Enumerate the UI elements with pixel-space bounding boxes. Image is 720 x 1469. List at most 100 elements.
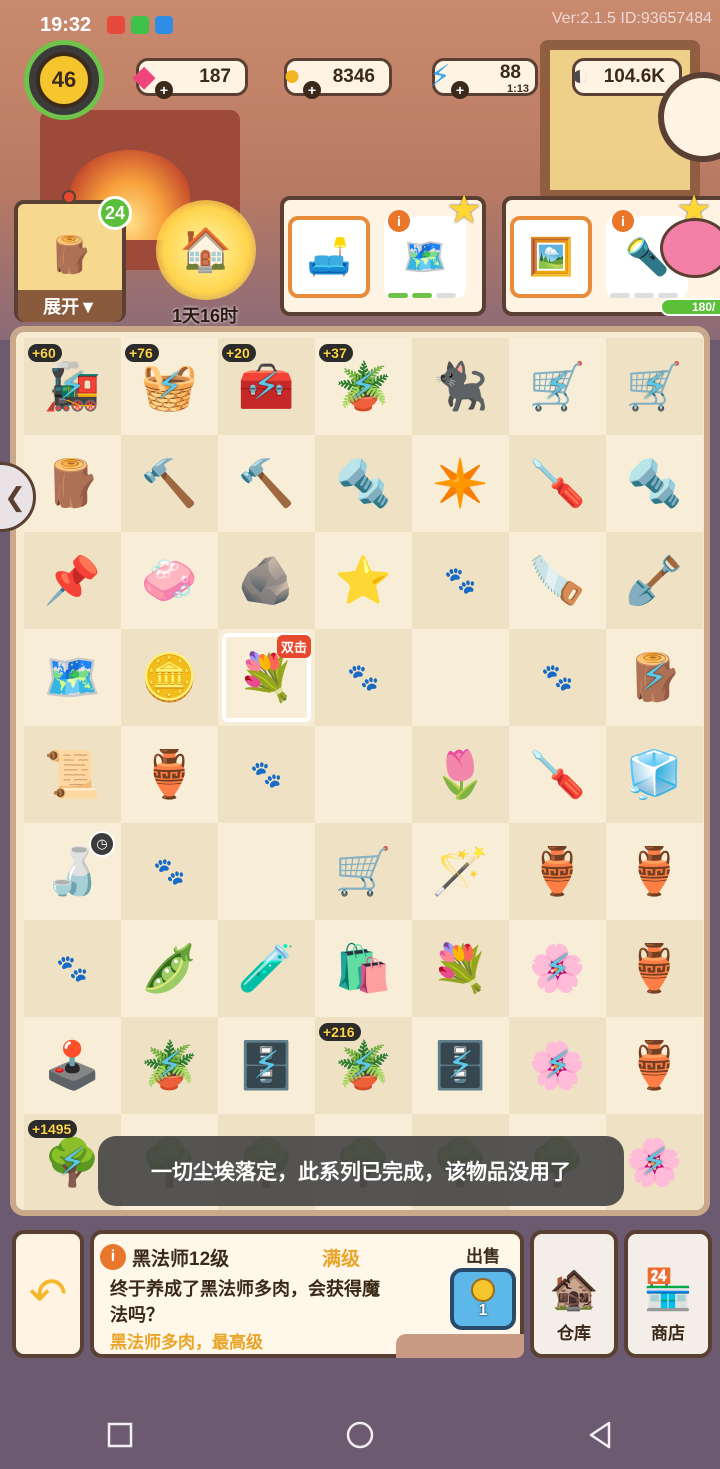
board-cell[interactable]: 🐈‍⬛ <box>412 338 509 435</box>
energy-generator-icon: ⚡ <box>544 366 571 408</box>
sell-button[interactable]: 1 <box>450 1268 516 1330</box>
max-level-label: 满级 <box>322 1249 361 1270</box>
board-cell[interactable]: 🪚 <box>509 532 606 629</box>
board-cell[interactable]: 📌 <box>24 532 121 629</box>
board-cell[interactable]: 🪛 <box>509 726 606 823</box>
paw-print-icon: 🐾 <box>444 565 477 595</box>
board-cell[interactable] <box>412 629 509 726</box>
gems-counter[interactable]: ◆ + 187 <box>132 58 248 99</box>
board-cell[interactable]: 🌸 ⚡ <box>509 1017 606 1114</box>
board-cell[interactable]: 🪴 ⚡ +216 <box>315 1017 412 1114</box>
board-cell[interactable]: 🏺 <box>121 726 218 823</box>
board-cell[interactable]: 🧰 ⚡ +20 <box>218 338 315 435</box>
board-cell[interactable]: 🌸 ⚡ <box>509 920 606 1017</box>
board-cell[interactable]: 🐾 <box>218 726 315 823</box>
add-gems-icon[interactable]: + <box>155 81 173 99</box>
board-cell[interactable]: 🪴 ⚡ <box>121 1017 218 1114</box>
player-level-badge[interactable]: 46 <box>24 40 104 120</box>
board-cell[interactable]: 🐾 <box>412 532 509 629</box>
board-cell[interactable]: 🗄️ ⚡ <box>412 1017 509 1114</box>
info-icon[interactable]: i <box>612 210 634 232</box>
board-cell[interactable]: 🔩 <box>315 435 412 532</box>
coins-counter[interactable]: ● + 8346 <box>283 58 392 99</box>
energy-generator-icon: ⚡ <box>544 1045 571 1087</box>
home-icon[interactable] <box>340 1415 380 1455</box>
expand-label: 展开▼ <box>18 290 122 322</box>
board-cell[interactable]: 🧪 <box>218 920 315 1017</box>
board-cell[interactable]: 🐾 <box>24 920 121 1017</box>
board-cell[interactable]: ⭐ <box>315 532 412 629</box>
energy-timer: 1:13 <box>506 83 529 95</box>
board-cell[interactable]: 🏺 <box>606 920 703 1017</box>
board-cell[interactable]: 🔨 <box>121 435 218 532</box>
board-cell[interactable]: 🗄️ ⚡ <box>218 1017 315 1114</box>
board-cell[interactable]: 💐 <box>412 920 509 1017</box>
board-cell[interactable]: 🍶 ◷ <box>24 823 121 920</box>
board-cell[interactable]: 🪵 ⚡ <box>606 629 703 726</box>
paw-print-icon: 🐾 <box>153 856 186 886</box>
info-icon[interactable]: i <box>100 1244 126 1270</box>
board-cell[interactable] <box>218 823 315 920</box>
build-house-button[interactable]: 🏠 <box>156 200 256 300</box>
board-cell[interactable]: 🪛 <box>509 435 606 532</box>
shop-icon: 🏪 <box>643 1268 693 1312</box>
board-cell[interactable]: 🪨 <box>218 532 315 629</box>
board-cell[interactable]: 🚂 ⚡ +60 <box>24 338 121 435</box>
board-cell[interactable]: 🛒 <box>315 823 412 920</box>
paw-print-icon: 🐾 <box>250 759 283 789</box>
warehouse-icon: 🏚️ <box>549 1268 599 1312</box>
energy-generator-icon: ⚡ <box>350 1045 377 1087</box>
warehouse-button[interactable]: 🏚️ 仓库 <box>530 1230 618 1358</box>
board-cell[interactable]: 🪵 <box>24 435 121 532</box>
board-item-icon: ⭐ <box>334 554 393 606</box>
board-cell[interactable]: 🕹️ <box>24 1017 121 1114</box>
board-cell[interactable]: 🫛 <box>121 920 218 1017</box>
add-energy-icon[interactable]: + <box>451 81 469 99</box>
board-cell[interactable]: 📜 <box>24 726 121 823</box>
board-cell[interactable]: 🏺 <box>606 1017 703 1114</box>
board-item-icon: 🕹️ <box>43 1039 102 1091</box>
info-icon[interactable]: i <box>388 210 410 232</box>
board-cell[interactable]: 🪏 <box>606 532 703 629</box>
board-cell[interactable]: 🔩 <box>606 435 703 532</box>
coins-value: 8346 <box>332 66 375 87</box>
board-cell[interactable] <box>315 726 412 823</box>
pin-icon <box>62 190 76 204</box>
board-cell[interactable]: 🪙 <box>121 629 218 726</box>
board-cell[interactable]: 🧊 <box>606 726 703 823</box>
board-cell[interactable]: 🐾 <box>121 823 218 920</box>
board-item-icon: 🏺 <box>528 845 587 897</box>
shop-label: 商店 <box>651 1324 685 1343</box>
board-cell[interactable]: 🏺 <box>606 823 703 920</box>
version-label: Ver:2.1.5 ID:93657484 <box>551 10 712 27</box>
board-item-icon: 🌷 <box>431 748 490 800</box>
board-cell[interactable]: 🪴 ⚡ +37 <box>315 338 412 435</box>
energy-generator-icon: ⚡ <box>59 1142 86 1184</box>
board-cell[interactable]: 🌷 <box>412 726 509 823</box>
recent-apps-icon[interactable] <box>100 1415 140 1455</box>
order-card-1[interactable]: 🛋️ 🗺️ i ★ <box>280 188 486 316</box>
board-cell[interactable]: 🪄 <box>412 823 509 920</box>
paw-print-icon: 🐾 <box>541 662 574 692</box>
gems-value: 187 <box>199 66 231 87</box>
board-cell[interactable]: 🔨 <box>218 435 315 532</box>
add-coins-icon[interactable]: + <box>303 81 321 99</box>
back-icon[interactable] <box>580 1415 620 1455</box>
board-item-icon: 🏺 <box>625 1039 684 1091</box>
board-cell[interactable]: ✴️ <box>412 435 509 532</box>
board-cell[interactable]: 🗺️ <box>24 629 121 726</box>
expand-orders-card[interactable]: 24 🪵 展开▼ <box>14 190 132 322</box>
board-cell[interactable]: 🐾 <box>509 629 606 726</box>
board-cell[interactable]: 🧺 ⚡ +76 <box>121 338 218 435</box>
board-cell[interactable]: 🏺 <box>509 823 606 920</box>
board-cell[interactable]: 💐 双击 <box>218 629 315 726</box>
shop-button[interactable]: 🏪 商店 <box>624 1230 712 1358</box>
undo-back-button[interactable]: ↶ <box>12 1230 84 1358</box>
board-cell[interactable]: 🛒 ⚡ <box>509 338 606 435</box>
board-cell[interactable]: 🛒 ⚡ <box>606 338 703 435</box>
board-cell[interactable]: 🧼 <box>121 532 218 629</box>
back-arrow-icon: ↶ <box>28 1268 68 1320</box>
energy-counter[interactable]: ⚡ + 88 1:13 <box>429 58 538 99</box>
board-cell[interactable]: 🐾 <box>315 629 412 726</box>
board-cell[interactable]: 🛍️ <box>315 920 412 1017</box>
